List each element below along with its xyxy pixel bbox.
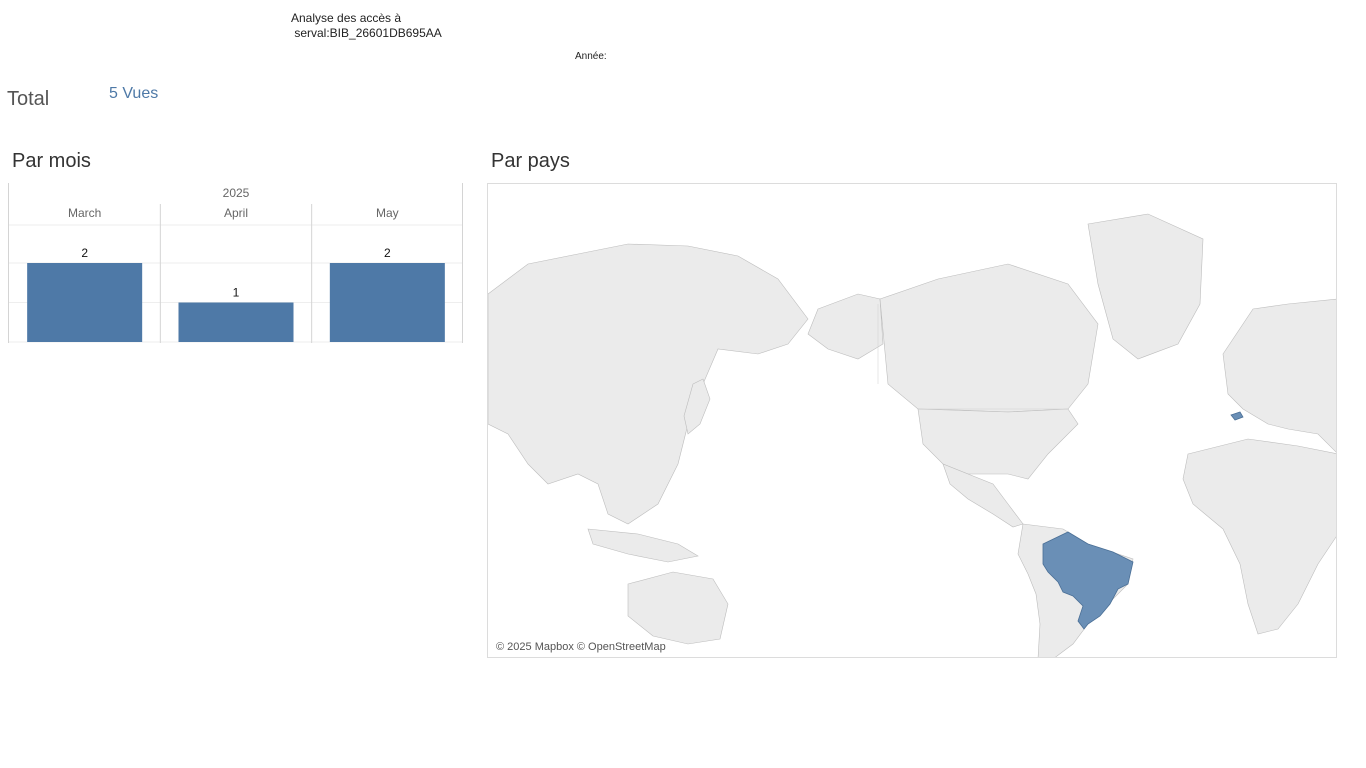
bar-value-label: 2 xyxy=(384,246,391,260)
country-switzerland xyxy=(1230,411,1244,421)
land-europe xyxy=(1222,298,1336,453)
year-filter-label[interactable]: Année: xyxy=(575,51,607,62)
bar-value-label: 2 xyxy=(81,246,88,260)
land-indonesia xyxy=(587,528,699,563)
views-by-month-chart[interactable]: 2025 March 2 April 1 May 2 xyxy=(8,183,464,343)
by-month-title: Par mois xyxy=(12,150,91,172)
map-attribution[interactable]: © 2025 Mapbox © OpenStreetMap xyxy=(496,641,666,653)
bar-value-label: 1 xyxy=(233,286,240,300)
bar-april xyxy=(178,302,294,342)
land-africa xyxy=(1182,438,1336,635)
bar-march xyxy=(27,263,143,342)
month-label: April xyxy=(224,206,248,220)
bar-may xyxy=(329,263,445,342)
views-by-country-map[interactable]: © 2025 Mapbox © OpenStreetMap xyxy=(487,183,1337,658)
dashboard-title: Analyse des accès à serval:BIB_26601DB69… xyxy=(291,11,442,40)
month-label: March xyxy=(68,206,101,220)
total-label: Total xyxy=(7,88,50,110)
total-views-value: 5 Vues xyxy=(109,85,159,102)
year-group-label: 2025 xyxy=(223,186,250,200)
world-map xyxy=(488,213,1336,657)
by-country-title: Par pays xyxy=(491,150,570,172)
land-canada xyxy=(879,263,1099,413)
month-label: May xyxy=(376,206,399,220)
land-greenland xyxy=(1087,213,1204,360)
land-alaska xyxy=(807,293,884,360)
land-usa xyxy=(917,408,1079,480)
land-australia xyxy=(627,571,729,645)
land-asia xyxy=(488,243,809,525)
